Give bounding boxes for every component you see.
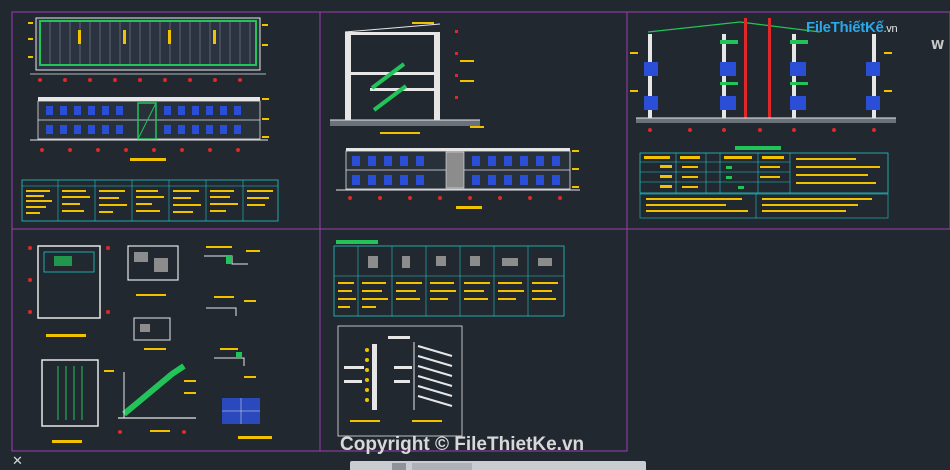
sheet-5-louver-detail — [337, 325, 463, 437]
sheet-frames — [11, 11, 950, 452]
close-icon[interactable]: ✕ — [12, 455, 23, 468]
toolbar-tab[interactable] — [412, 463, 472, 470]
sheet-2-section — [330, 22, 484, 134]
viewcube-icon[interactable]: W — [931, 38, 944, 52]
copyright-watermark: Copyright © FileThietKe.vn — [340, 434, 585, 455]
sheet-4-toilet-details — [127, 245, 179, 350]
sheet-2-rear-elevation — [336, 148, 580, 209]
brand-logo-text: FileThiếtKế.vn — [806, 18, 898, 36]
cad-model-space[interactable] — [0, 0, 950, 470]
sheet-1-roof-plan — [28, 17, 268, 82]
toolbar-tab-icon[interactable] — [392, 463, 406, 470]
sheet-3-specs-table — [639, 146, 889, 219]
sheet-4-stair-section — [118, 363, 196, 434]
sheet-1-notes-table — [21, 179, 279, 222]
sheet-1-front-elevation — [30, 97, 269, 161]
sheet-4-small-details — [204, 246, 272, 439]
brand-logo: FileThiếtKế.vn — [806, 14, 920, 40]
sheet-5-door-schedule — [333, 240, 565, 317]
bottom-toolbar[interactable] — [350, 461, 646, 470]
sheet-4-stair-plan — [28, 245, 114, 443]
